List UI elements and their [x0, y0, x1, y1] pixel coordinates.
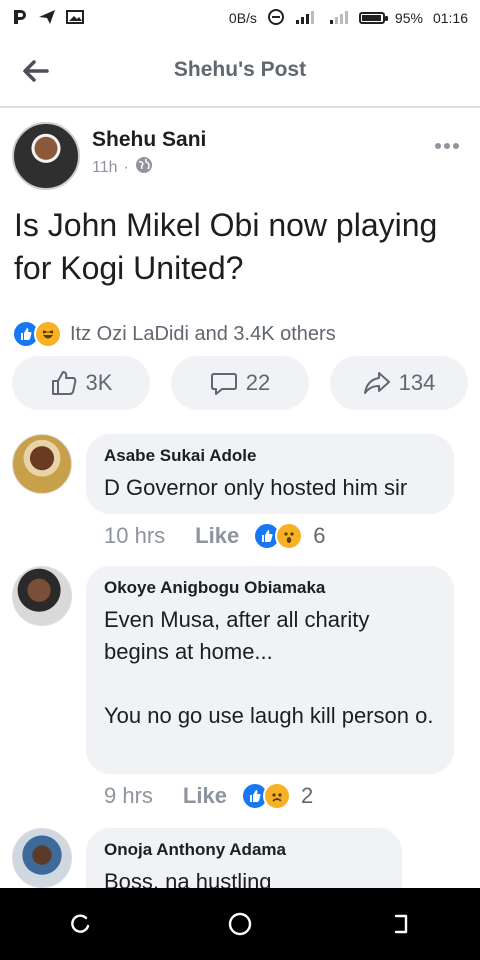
globe-icon	[135, 156, 153, 179]
comment-icon	[210, 373, 237, 395]
status-notifications	[12, 8, 84, 29]
system-nav-bar	[0, 888, 480, 960]
home-button[interactable]	[216, 900, 264, 948]
wow-reaction-icon	[275, 522, 304, 550]
reaction-icons	[12, 320, 62, 348]
commenter-avatar[interactable]	[12, 566, 72, 626]
author-name[interactable]: Shehu Sani	[92, 128, 206, 152]
send-icon	[38, 9, 56, 28]
post-text: Is John Mikel Obi now playing for Kogi U…	[14, 207, 438, 286]
battery-icon	[358, 12, 388, 24]
share-button[interactable]: 134	[330, 356, 468, 410]
net-speed: 0B/s	[228, 10, 257, 26]
comment-reaction-count: 6	[313, 523, 326, 548]
comment-bubble[interactable]: Okoye Anigbogu Obiamaka Even Musa, after…	[86, 566, 454, 774]
comment-like-button[interactable]: Like	[183, 783, 227, 809]
battery-percent: 95%	[394, 10, 423, 26]
meta-separator: ·	[123, 158, 129, 176]
comment-item: Onoja Anthony Adama Boss, na hustling	[0, 828, 480, 888]
commenter-name[interactable]: Asabe Sukai Adole	[104, 446, 436, 466]
comment-reaction-count: 2	[300, 783, 314, 808]
share-count: 134	[398, 370, 436, 395]
comment-text: D Governor only hosted him sir	[104, 475, 408, 500]
home-circle-icon	[228, 912, 252, 936]
author-avatar[interactable]	[12, 122, 80, 190]
like-count: 3K	[85, 370, 113, 395]
share-icon	[363, 372, 390, 394]
commenter-name[interactable]: Okoye Anigbogu Obiamaka	[104, 578, 436, 598]
comment-count: 22	[245, 370, 271, 395]
comment-time: 9 hrs	[104, 783, 153, 808]
post-time[interactable]: 11h	[92, 159, 118, 177]
signal-icon	[295, 9, 319, 28]
thumbs-up-icon	[51, 371, 76, 395]
comment-bubble[interactable]: Asabe Sukai Adole D Governor only hosted…	[86, 434, 454, 514]
comment-text: Even Musa, after all charity begins at h…	[104, 607, 434, 728]
comment-reaction-icons[interactable]	[240, 782, 291, 810]
commenter-avatar[interactable]	[12, 434, 72, 494]
comment-meta: 10 hrs Like 6	[104, 522, 325, 550]
recent-apps-icon	[71, 914, 90, 933]
post-header: Shehu Sani 11h ·	[12, 122, 468, 192]
image-icon	[66, 9, 84, 28]
status-bar: 0B/s 95% 01:16	[0, 0, 480, 36]
comment-time: 10 hrs	[104, 523, 166, 548]
sad-reaction-icon	[262, 782, 291, 810]
page-header: Shehu's Post	[0, 36, 480, 108]
more-dot-icon	[444, 143, 450, 149]
clock: 01:16	[432, 10, 468, 26]
reaction-text: Itz Ozi LaDidi and 3.4K others	[70, 322, 336, 345]
comment-button[interactable]: 22	[171, 356, 309, 410]
back-nav-button[interactable]	[376, 900, 424, 948]
like-button[interactable]: 3K	[12, 356, 150, 410]
recent-apps-button[interactable]	[56, 900, 104, 948]
post-actions: 3K 22 134	[12, 356, 468, 412]
comment-reaction-icons[interactable]	[253, 522, 304, 550]
comment-bubble[interactable]: Onoja Anthony Adama Boss, na hustling	[86, 828, 402, 888]
more-options-button[interactable]	[430, 136, 464, 156]
more-dot-icon	[435, 143, 441, 149]
more-dot-icon	[453, 143, 459, 149]
comment-like-button[interactable]: Like	[195, 523, 239, 549]
haha-reaction-icon	[34, 320, 62, 348]
status-indicators: 0B/s 95% 01:16	[229, 8, 468, 29]
app-notification-icon	[12, 8, 28, 29]
data-saver-icon	[267, 8, 285, 29]
post-meta: 11h ·	[92, 156, 153, 179]
comment-meta: 9 hrs Like 2	[104, 782, 313, 810]
signal-2-icon	[329, 9, 349, 28]
page-title: Shehu's Post	[173, 58, 307, 81]
commenter-avatar[interactable]	[12, 828, 72, 888]
reaction-summary[interactable]: Itz Ozi LaDidi and 3.4K others	[12, 318, 336, 350]
commenter-name[interactable]: Onoja Anthony Adama	[104, 840, 384, 860]
comment-text: Boss, na hustling	[104, 869, 272, 888]
back-nav-icon	[394, 914, 408, 934]
